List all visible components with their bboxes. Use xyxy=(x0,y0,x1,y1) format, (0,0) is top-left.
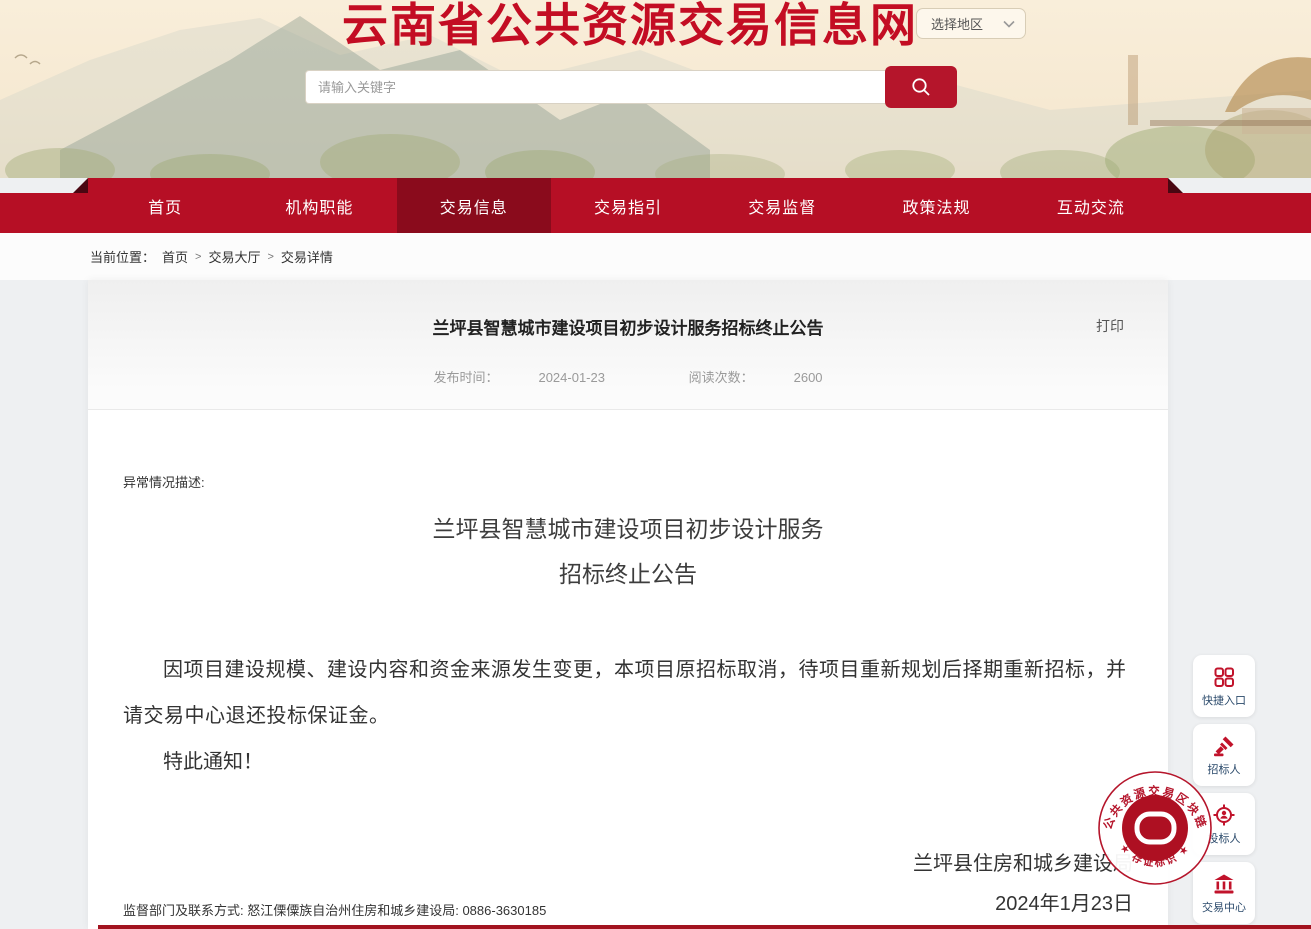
article-meta: 发布时间：2024-01-23 阅读次数：2600 xyxy=(88,367,1168,386)
nav-item-trade-supervision[interactable]: 交易监督 xyxy=(705,178,859,233)
supervision-contact-line: 监督部门及联系方式: 怒江傈僳族自治州住房和城乡建设局: 0886-363018… xyxy=(123,900,546,919)
footer-top-edge xyxy=(98,925,1311,929)
search-bar xyxy=(305,66,957,108)
breadcrumb-strip: 当前位置： 首页 > 交易大厅 > 交易详情 xyxy=(0,233,1311,280)
blockchain-certification-stamp: 公共资源交易区块链 ★ 存证标识 ★ xyxy=(1097,770,1213,886)
site-title: 云南省公共资源交易信息网 xyxy=(300,0,960,50)
document-notice-line: 特此通知！ xyxy=(123,745,1133,774)
chevron-down-icon xyxy=(1003,20,1015,28)
nav-item-policies[interactable]: 政策法规 xyxy=(859,178,1013,233)
breadcrumb-link-home[interactable]: 首页 xyxy=(162,247,188,266)
nav-item-trade-info[interactable]: 交易信息 xyxy=(397,178,551,233)
nav-item-trade-guide[interactable]: 交易指引 xyxy=(551,178,705,233)
nav-item-home[interactable]: 首页 xyxy=(88,178,242,233)
nav-item-interaction[interactable]: 互动交流 xyxy=(1014,178,1168,233)
bank-icon xyxy=(1212,872,1236,896)
nav-item-functions[interactable]: 机构职能 xyxy=(242,178,396,233)
rail-item-quick-entry[interactable]: 快捷入口 xyxy=(1193,655,1255,717)
nav-band: 首页 机构职能 交易信息 交易指引 交易监督 政策法规 互动交流 xyxy=(88,178,1168,233)
signature-org: 兰坪县住房和城乡建设局 xyxy=(123,844,1133,884)
grid-icon xyxy=(1212,665,1236,689)
gavel-icon xyxy=(1212,734,1236,758)
site-banner: 云南省公共资源交易信息网 选择地区 xyxy=(0,0,1311,178)
document-heading-line2: 招标终止公告 xyxy=(123,552,1133,597)
article-card: 兰坪县智慧城市建设项目初步设计服务招标终止公告 打印 发布时间：2024-01-… xyxy=(88,280,1168,929)
ribbon-fold-left xyxy=(73,178,88,193)
document-heading-line1: 兰坪县智慧城市建设项目初步设计服务 xyxy=(123,507,1133,552)
ribbon-fold-right xyxy=(1168,178,1183,193)
document-paragraph: 因项目建设规模、建设内容和资金来源发生变更，本项目原招标取消，待项目重新规划后择… xyxy=(123,647,1133,739)
breadcrumb-link-trade-hall[interactable]: 交易大厅 xyxy=(208,247,260,266)
view-count: 阅读次数：2600 xyxy=(669,370,843,385)
print-button[interactable]: 打印 xyxy=(1096,316,1124,336)
publish-time: 发布时间：2024-01-23 xyxy=(413,370,625,385)
region-selector[interactable]: 选择地区 xyxy=(916,8,1026,39)
breadcrumb-link-trade-detail[interactable]: 交易详情 xyxy=(281,247,333,266)
article-body: 异常情况描述: 兰坪县智慧城市建设项目初步设计服务 招标终止公告 因项目建设规模… xyxy=(88,410,1168,929)
main-navigation: 首页 机构职能 交易信息 交易指引 交易监督 政策法规 互动交流 xyxy=(0,178,1311,233)
article-title: 兰坪县智慧城市建设项目初步设计服务招标终止公告 xyxy=(88,280,1168,339)
article-header: 兰坪县智慧城市建设项目初步设计服务招标终止公告 打印 发布时间：2024-01-… xyxy=(88,280,1168,410)
breadcrumb-separator: > xyxy=(267,251,273,263)
breadcrumb-location-label: 当前位置： xyxy=(90,247,155,266)
search-input[interactable] xyxy=(305,70,901,104)
main-area: 兰坪县智慧城市建设项目初步设计服务招标终止公告 打印 发布时间：2024-01-… xyxy=(0,280,1311,929)
magnifier-icon xyxy=(909,75,933,99)
breadcrumb-separator: > xyxy=(195,251,201,263)
abnormal-description-label: 异常情况描述: xyxy=(123,410,1133,491)
search-button[interactable] xyxy=(885,66,957,108)
bidder-target-icon xyxy=(1212,803,1236,827)
breadcrumb: 当前位置： 首页 > 交易大厅 > 交易详情 xyxy=(90,233,333,280)
region-selector-label: 选择地区 xyxy=(931,14,983,33)
